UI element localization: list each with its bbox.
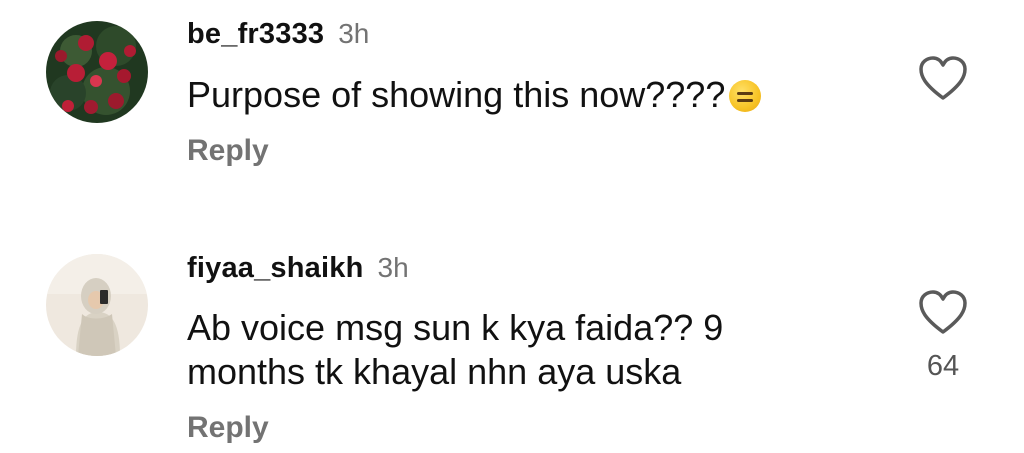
username[interactable]: fiyaa_shaikh — [187, 252, 364, 285]
comment-text-line: Ab voice msg sun k kya faida?? 9 — [187, 307, 724, 348]
reply-button[interactable]: Reply — [187, 411, 269, 445]
comment-header: fiyaa_shaikh 3h — [187, 252, 409, 285]
heart-outline-icon — [919, 56, 967, 100]
comment-item: be_fr3333 3h Purpose of showing this now… — [0, 0, 1024, 200]
expressionless-face-emoji — [729, 80, 762, 112]
like-button[interactable] — [918, 290, 968, 336]
timestamp: 3h — [338, 18, 370, 49]
comment-header: be_fr3333 3h — [187, 18, 369, 51]
like-button[interactable] — [918, 56, 968, 102]
avatar[interactable] — [46, 21, 148, 123]
like-count: 64 — [926, 350, 960, 382]
reply-button[interactable]: Reply — [187, 134, 269, 168]
avatar[interactable] — [46, 254, 148, 356]
timestamp: 3h — [377, 252, 409, 283]
comment-text-content: Purpose of showing this now???? — [187, 74, 726, 115]
heart-outline-icon — [919, 290, 967, 334]
comment-text: Ab voice msg sun k kya faida?? 9 months … — [187, 306, 723, 394]
comment-text-line: months tk khayal nhn aya uska — [187, 351, 682, 392]
comment-text: Purpose of showing this now???? — [187, 73, 762, 117]
username[interactable]: be_fr3333 — [187, 18, 324, 51]
comment-item: fiyaa_shaikh 3h Ab voice msg sun k kya f… — [0, 240, 1024, 453]
